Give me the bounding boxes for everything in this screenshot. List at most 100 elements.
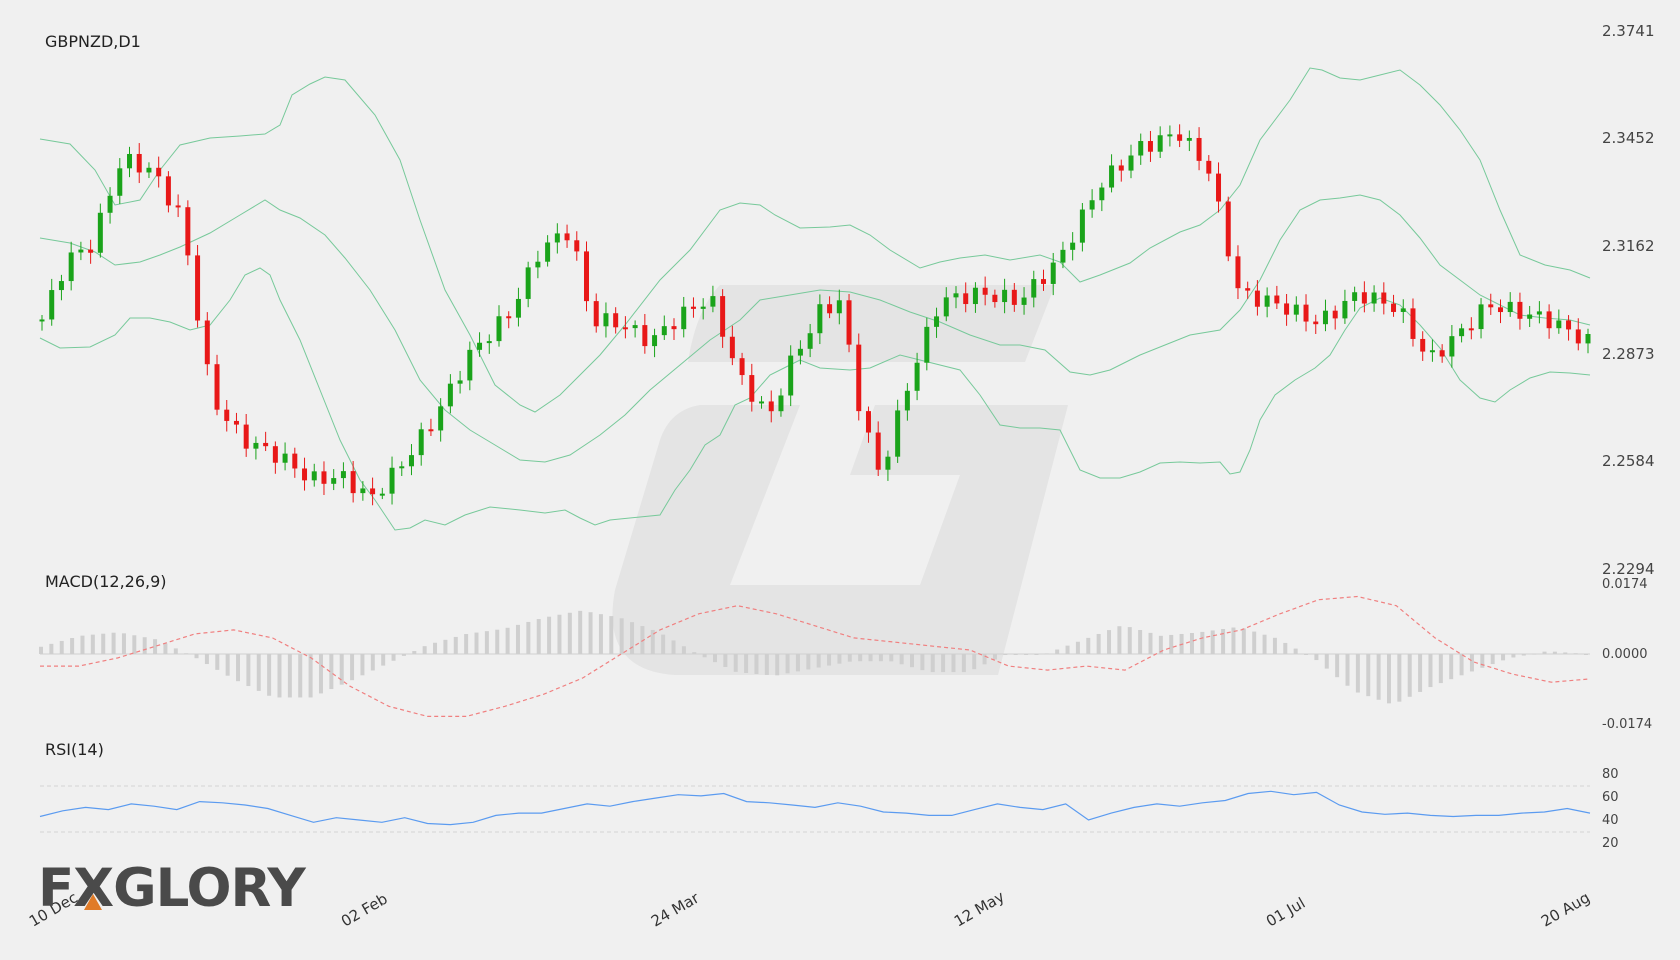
macd-histogram-bar (1501, 654, 1506, 661)
candle-bullish (1449, 336, 1455, 357)
macd-histogram-bar (1459, 654, 1464, 676)
candle-bearish (1575, 329, 1581, 344)
macd-histogram-bar (557, 614, 562, 654)
candle-bearish (671, 326, 677, 330)
macd-histogram-bar (578, 610, 583, 654)
macd-histogram-bar (443, 639, 448, 654)
macd-histogram-bar (1127, 627, 1132, 654)
macd-histogram-bar (754, 654, 759, 674)
candle-bullish (934, 316, 940, 327)
candle-bearish (1284, 303, 1290, 315)
macd-histogram-bar (1138, 629, 1143, 654)
macd-histogram-bar (598, 614, 603, 654)
rsi-axis-label: 40 (1602, 813, 1619, 828)
candle-bearish (195, 255, 201, 321)
macd-histogram-bar (1376, 654, 1381, 700)
macd-histogram-bar (630, 622, 635, 654)
candle-bullish (282, 453, 288, 463)
rsi-line (39, 790, 1591, 826)
macd-histogram-bar (1148, 632, 1153, 654)
macd-histogram-bar (837, 654, 842, 664)
macd-histogram-bar (453, 636, 458, 654)
candle-bullish (1157, 135, 1163, 152)
candle-bearish (428, 429, 434, 432)
candle-bearish (1040, 279, 1046, 284)
candle-bearish (136, 153, 142, 173)
symbol-label: GBPNZD,D1 (45, 32, 141, 51)
candle-bullish (1371, 292, 1377, 304)
macd-histogram-bar (1521, 654, 1526, 656)
macd-histogram-bar (547, 616, 552, 654)
macd-histogram-bar (39, 646, 43, 654)
macd-histogram-bar (1283, 642, 1288, 654)
candle-bearish (1439, 350, 1445, 357)
candle-bearish (1011, 289, 1017, 305)
macd-histogram-bar (70, 638, 75, 654)
candle-bullish (1536, 311, 1542, 315)
candle-bearish (690, 306, 696, 309)
candle-bullish (107, 195, 113, 213)
candle-bullish (710, 296, 716, 307)
macd-histogram-bar (868, 654, 873, 662)
candle-bullish (447, 383, 453, 407)
candle-bearish (749, 375, 755, 402)
candle-bullish (515, 298, 521, 318)
logo-accent-triangle (84, 894, 102, 910)
candle-bearish (1147, 141, 1153, 152)
date-axis-label: 12 May (951, 887, 1008, 930)
candle-bullish (904, 390, 910, 411)
candle-bearish (321, 471, 327, 484)
candle-bearish (564, 233, 570, 241)
macd-histogram-bar (59, 640, 64, 654)
macd-axis-label: -0.0174 (1602, 717, 1652, 732)
candle-bullish (924, 326, 930, 363)
candle-bullish (1031, 279, 1037, 298)
macd-histogram-bar (816, 654, 821, 668)
rsi-axis-label: 60 (1602, 790, 1619, 805)
candle-bearish (1546, 311, 1552, 329)
macd-histogram-bar (121, 633, 126, 654)
macd-histogram-bar (1210, 630, 1215, 654)
macd-histogram-bar (422, 646, 427, 654)
macd-histogram-bar (1117, 626, 1122, 654)
candle-bullish (807, 333, 813, 349)
rsi-label: RSI(14) (45, 740, 104, 759)
macd-histogram-bar (515, 624, 520, 654)
macd-histogram-bar (163, 643, 168, 654)
macd-axis-label: 0.0000 (1602, 647, 1648, 662)
macd-histogram-bar (795, 654, 800, 672)
candle-bearish (214, 364, 220, 410)
macd-histogram-bar (1065, 645, 1070, 654)
macd-histogram-bar (360, 654, 365, 676)
candle-bullish (438, 406, 444, 431)
macd-histogram-bar (889, 654, 894, 662)
macd-histogram-bar (712, 654, 717, 663)
candle-bullish (1089, 200, 1095, 210)
candle-bearish (729, 336, 735, 359)
candle-bearish (1566, 320, 1572, 330)
macd-histogram-bar (1189, 633, 1194, 654)
candle-bearish (272, 446, 278, 463)
macd-histogram-bar (858, 654, 863, 662)
macd-histogram-bar (1324, 654, 1329, 669)
candle-bearish (1410, 308, 1416, 339)
candle-bullish (759, 401, 765, 404)
macd-histogram-bar (225, 654, 230, 676)
candle-bullish (545, 242, 551, 262)
logo-text: FXGLORY (38, 858, 306, 919)
candle-bearish (185, 207, 191, 256)
macd-histogram-bar (1304, 654, 1309, 655)
candle-bullish (943, 297, 949, 317)
candle-bearish (1303, 304, 1309, 322)
macd-histogram-bar (609, 616, 614, 654)
candle-bearish (204, 320, 210, 365)
macd-histogram-bar (941, 654, 946, 673)
macd-histogram-bar (733, 654, 738, 672)
candle-bearish (856, 344, 862, 412)
macd-histogram-bar (1262, 634, 1267, 654)
macd-histogram-bar (1003, 654, 1008, 655)
fxglory-logo: FXGLORY (38, 858, 306, 919)
macd-histogram-bar (1449, 654, 1454, 680)
candle-bearish (175, 205, 181, 208)
macd-histogram-bar (1397, 654, 1402, 702)
